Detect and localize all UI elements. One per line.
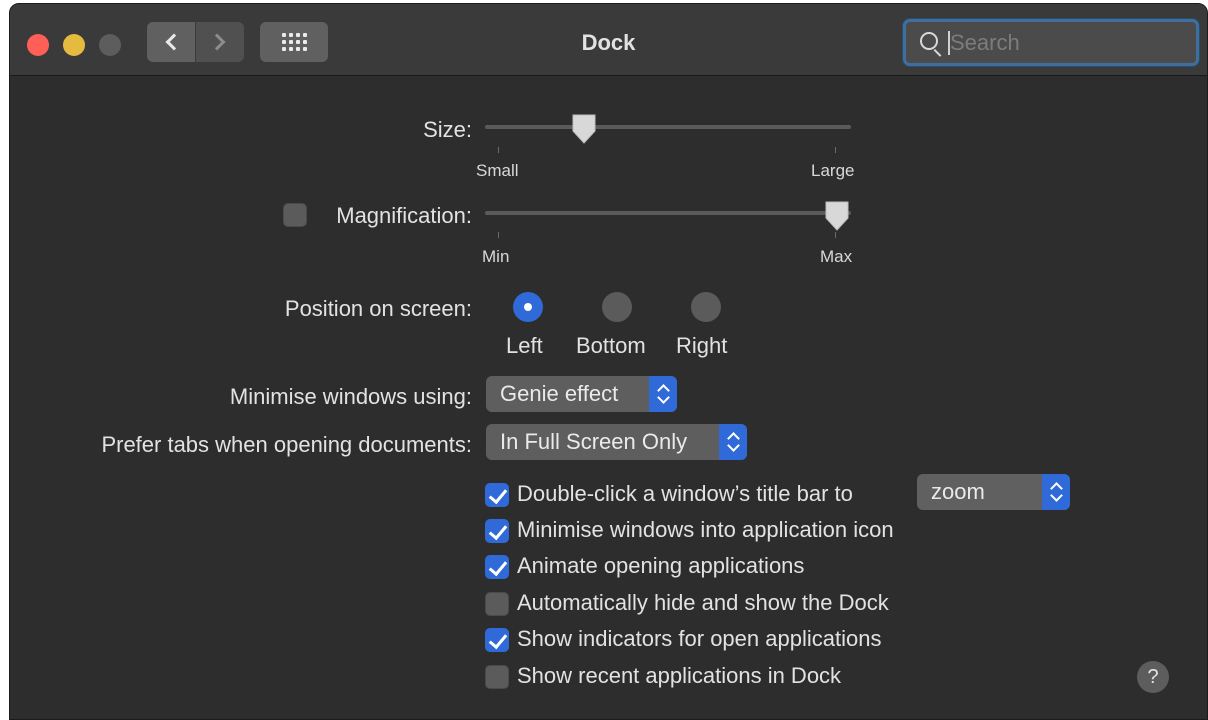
- double-click-label: Double-click a window’s title bar to: [517, 481, 853, 506]
- size-min-label: Small: [476, 161, 519, 180]
- autohide-checkbox[interactable]: [485, 592, 509, 616]
- position-bottom-radio[interactable]: [602, 292, 632, 322]
- size-slider-thumb[interactable]: [570, 113, 598, 144]
- position-right-label: Right: [676, 333, 728, 358]
- position-right-radio[interactable]: [691, 292, 721, 322]
- double-click-checkbox[interactable]: [485, 483, 509, 507]
- search-input[interactable]: [950, 28, 1180, 58]
- minimise-using-label: Minimise windows using:: [229, 384, 472, 409]
- minimise-into-icon-checkbox[interactable]: [485, 519, 509, 543]
- magnification-slider-track[interactable]: [485, 211, 851, 215]
- size-tick-max: [835, 147, 836, 153]
- position-label: Position on screen:: [284, 296, 472, 321]
- magnification-min-label: Min: [482, 247, 510, 266]
- recent-apps-label: Show recent applications in Dock: [517, 663, 842, 688]
- double-click-action-value: zoom: [931, 479, 985, 504]
- autohide-label: Automatically hide and show the Dock: [517, 590, 889, 615]
- size-max-label: Large: [811, 161, 855, 180]
- indicators-checkbox[interactable]: [485, 628, 509, 652]
- search-field[interactable]: [903, 19, 1199, 66]
- magnification-checkbox[interactable]: [283, 203, 307, 227]
- position-left-label: Left: [506, 333, 543, 358]
- dock-preferences-window: Dock Size: Small Large Magnification: Mi…: [9, 3, 1208, 720]
- prefer-tabs-value: In Full Screen Only: [500, 429, 688, 454]
- updown-arrows-icon: [719, 424, 747, 460]
- updown-arrows-icon: [649, 376, 677, 412]
- minimise-into-icon-label: Minimise windows into application icon: [517, 517, 894, 542]
- animate-checkbox[interactable]: [485, 555, 509, 579]
- magnification-label: Magnification:: [336, 203, 472, 228]
- minimise-effect-popup[interactable]: Genie effect: [486, 376, 677, 412]
- updown-arrows-icon: [1042, 474, 1070, 510]
- magnification-max-label: Max: [820, 247, 853, 266]
- minimise-effect-value: Genie effect: [500, 381, 619, 406]
- magnification-slider-thumb[interactable]: [823, 200, 851, 231]
- position-bottom-label: Bottom: [576, 333, 646, 358]
- search-icon: [920, 32, 938, 50]
- title-bar: Dock: [10, 4, 1207, 76]
- prefer-tabs-label: Prefer tabs when opening documents:: [101, 432, 472, 457]
- size-slider-track[interactable]: [485, 125, 851, 129]
- magnification-tick-min: [498, 232, 499, 238]
- recent-apps-checkbox[interactable]: [485, 665, 509, 689]
- help-button[interactable]: ?: [1137, 661, 1169, 693]
- magnification-tick-max: [835, 232, 836, 238]
- double-click-action-popup[interactable]: zoom: [917, 474, 1070, 510]
- size-tick-min: [498, 147, 499, 153]
- animate-label: Animate opening applications: [517, 553, 805, 578]
- indicators-label: Show indicators for open applications: [517, 626, 882, 651]
- size-label: Size:: [423, 117, 472, 142]
- prefer-tabs-popup[interactable]: In Full Screen Only: [486, 424, 747, 460]
- position-left-radio[interactable]: [513, 292, 543, 322]
